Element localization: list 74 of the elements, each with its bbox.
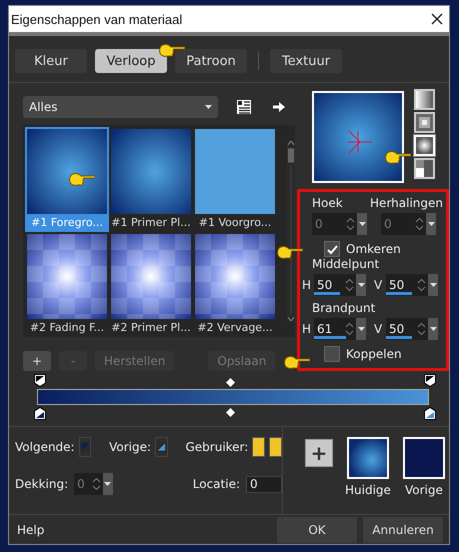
- midpoint-marker[interactable]: [226, 408, 235, 417]
- help-label[interactable]: Help: [17, 523, 277, 537]
- field-label: H: [302, 322, 312, 336]
- pointing-hand-icon: [69, 171, 95, 187]
- field-label: V: [374, 278, 384, 292]
- field-label: Middelpunt: [312, 257, 380, 271]
- field-label: Volgende:: [15, 440, 75, 454]
- gradient-stop-marker[interactable]: [34, 407, 46, 420]
- window-title: Eigenschappen van materiaal: [11, 12, 182, 26]
- checkbox-label: Koppelen: [346, 347, 402, 361]
- spinner-arrows-icon[interactable]: [417, 278, 426, 292]
- add-button[interactable]: +: [305, 439, 333, 467]
- pointing-hand-icon: [159, 42, 185, 58]
- caret-icon[interactable]: [358, 283, 364, 287]
- location-field[interactable]: 0: [246, 476, 282, 492]
- pointing-hand-icon: [284, 354, 310, 370]
- swatch-label: Vorige: [404, 483, 443, 497]
- previous-stop-swatch[interactable]: [155, 437, 168, 457]
- spinner-arrows-icon[interactable]: [417, 322, 426, 336]
- user-color-swatch[interactable]: [269, 437, 282, 457]
- spin-field[interactable]: 50: [386, 318, 438, 340]
- tab[interactable]: Kleur: [15, 49, 87, 73]
- gradient-style-button[interactable]: [414, 112, 435, 133]
- dialog-button[interactable]: Annuleren: [363, 517, 443, 543]
- list-button[interactable]: +: [23, 351, 51, 371]
- caret-icon[interactable]: [430, 327, 436, 331]
- spin-field[interactable]: 50: [314, 274, 366, 296]
- next-stop-swatch[interactable]: [78, 437, 92, 457]
- pointing-hand-icon: [277, 244, 303, 260]
- pointing-hand-icon: [385, 149, 411, 165]
- gradient-tile[interactable]: #2 Vervage...: [193, 232, 277, 337]
- field-label: Brandpunt: [312, 301, 376, 315]
- field-label: Herhalingen: [370, 196, 443, 210]
- caret-icon[interactable]: [430, 283, 436, 287]
- spinner-arrows-icon[interactable]: [345, 322, 354, 336]
- gradient-preview[interactable]: [312, 91, 404, 183]
- gradient-tile[interactable]: #2 Primer Pl...: [109, 232, 193, 337]
- gradient-stop-marker[interactable]: [424, 407, 436, 420]
- gradient-stop-marker[interactable]: [34, 374, 46, 387]
- field-label: Locatie:: [192, 477, 240, 491]
- dialog-button[interactable]: OK: [277, 517, 357, 543]
- gradient-stop-marker[interactable]: [424, 374, 436, 387]
- caret-icon[interactable]: [358, 327, 364, 331]
- midpoint-marker[interactable]: [226, 378, 235, 387]
- tab[interactable]: Textuur: [270, 49, 342, 73]
- field-label: Gebruiker:: [185, 440, 248, 454]
- caret-icon[interactable]: [205, 105, 212, 109]
- gradient-tile[interactable]: #2 Fading F...: [25, 232, 109, 337]
- color-swatch[interactable]: [402, 437, 445, 479]
- field-label: V: [374, 322, 384, 336]
- checkbox-label: Omkeren: [346, 242, 401, 256]
- arrow-right-icon[interactable]: [273, 102, 285, 112]
- field-label: Hoek: [312, 196, 343, 210]
- gradient-tile[interactable]: #1 Primer Pl...: [109, 127, 193, 232]
- gradient-style-button[interactable]: [414, 158, 435, 179]
- checkbox[interactable]: [324, 346, 340, 362]
- close-icon[interactable]: [431, 13, 443, 25]
- field-label: Dekking:: [15, 477, 68, 491]
- spin-field[interactable]: 50: [386, 274, 438, 296]
- user-color-swatch[interactable]: [252, 437, 266, 457]
- gradient-bar[interactable]: [37, 389, 429, 405]
- checkbox[interactable]: [324, 241, 340, 257]
- gradient-tile[interactable]: #1 Voorgro...: [193, 127, 277, 232]
- field-label: H: [302, 278, 312, 292]
- tab[interactable]: Verloop: [95, 49, 167, 73]
- gradient-style-button[interactable]: [414, 89, 435, 110]
- swatch-label: Huidige: [345, 483, 391, 497]
- spin-field[interactable]: 61: [314, 318, 366, 340]
- category-dropdown[interactable]: Alles: [23, 96, 218, 118]
- list-view-icon[interactable]: [237, 100, 251, 114]
- field-label: Vorige:: [109, 440, 152, 454]
- color-swatch[interactable]: [346, 437, 389, 479]
- tab[interactable]: Patroon: [175, 49, 247, 73]
- spinner-arrows-icon[interactable]: [345, 278, 354, 292]
